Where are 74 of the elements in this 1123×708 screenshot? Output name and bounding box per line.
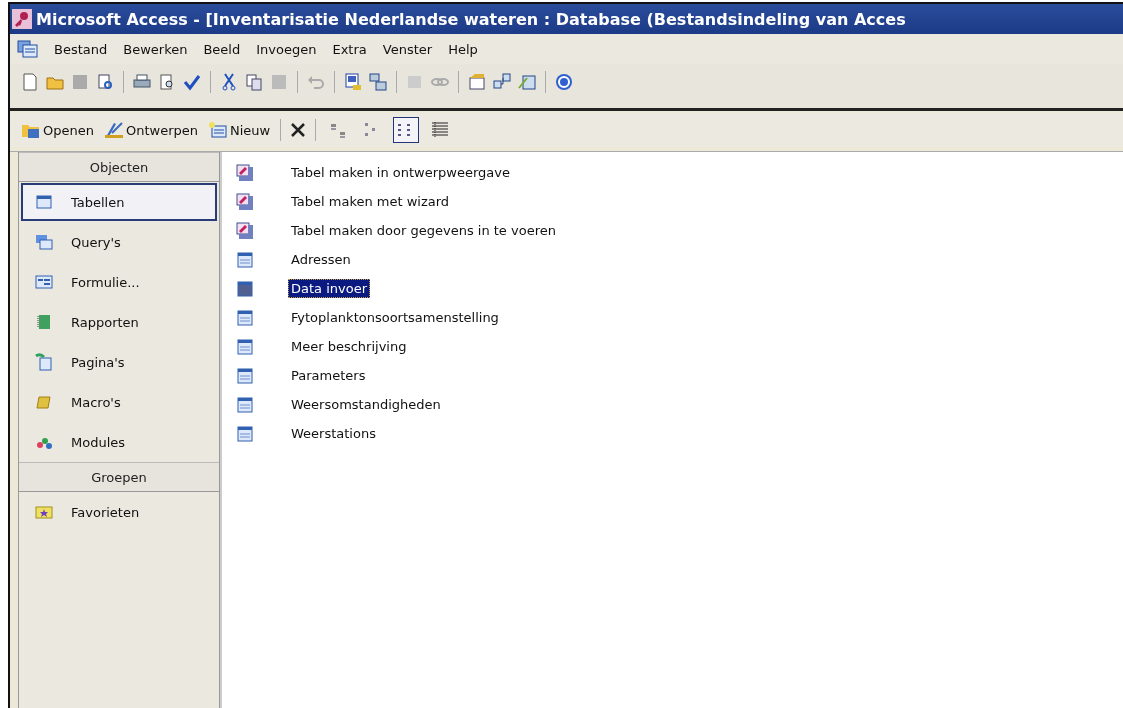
menu-item[interactable]: Beeld [197,41,251,57]
toolbar-button[interactable]: Ontwerpen [100,119,201,141]
object-name: Tabel maken door gegevens in te voeren [290,222,557,240]
menu-item[interactable]: Bestand [48,41,118,57]
form-icon [35,273,53,291]
analyze-icon[interactable] [368,72,388,92]
table-icon [236,366,254,385]
object-list-item[interactable]: Meer beschrijving [222,332,1123,361]
table-icon [236,250,254,269]
object-name: Weerstations [290,425,377,443]
relationships-icon[interactable] [492,72,512,92]
toolbar-button[interactable]: Openen [18,119,97,141]
query-icon [35,233,53,251]
word-document-icon[interactable] [343,72,363,92]
new-table-icon [208,121,228,139]
group-item[interactable]: Favorieten [21,493,217,531]
object-name: Tabel maken met wizard [290,193,451,211]
object-type-item[interactable]: Modules [21,423,217,461]
object-type-item[interactable]: Query's [21,223,217,261]
new-document-icon[interactable] [20,72,40,92]
wizard-icon [236,163,254,182]
table-icon [236,279,254,298]
section-header[interactable]: Objecten [19,152,219,182]
report-icon [35,313,53,331]
database-window-icon[interactable] [16,39,38,59]
design-icon [103,121,124,139]
object-list-item[interactable]: Parameters [222,361,1123,390]
favorites-folder-icon [35,503,53,521]
object-list-item[interactable]: Fytoplanktonsoortsamenstelling [222,303,1123,332]
object-name: Adressen [290,251,352,269]
menu-item[interactable]: Bewerken [117,41,198,57]
document-search-icon[interactable] [95,72,115,92]
wizard-icon [236,192,254,211]
object-type-item[interactable]: Tabellen [21,183,217,221]
spelling-check-icon[interactable] [182,72,202,92]
copy-icon[interactable] [244,72,264,92]
wizard-icon [236,221,254,240]
object-type-item[interactable]: Pagina's [21,343,217,381]
list-view-icon[interactable] [393,117,420,143]
object-list-item[interactable]: Tabel maken door gegevens in te voeren [222,216,1123,245]
object-list-item[interactable]: Weersomstandigheden [222,390,1123,419]
section-header[interactable]: Groepen [19,462,219,492]
table-icon [236,395,254,414]
object-type-item[interactable]: Macro's [21,383,217,421]
object-list-item[interactable]: Data invoer [222,274,1123,303]
scissors-icon[interactable] [219,72,239,92]
object-name: Weersomstandigheden [290,396,442,414]
table-icon [35,193,53,211]
table-icon [236,308,254,327]
menu-item[interactable]: Help [442,41,488,57]
object-name: Meer beschrijving [290,338,408,356]
toolbar-button[interactable]: Nieuw [205,119,274,141]
object-name: Fytoplanktonsoortsamenstelling [290,309,500,327]
properties-icon[interactable] [467,72,487,92]
object-type-item[interactable]: Formulie... [21,263,217,301]
object-name: Data invoer [288,279,370,298]
page-icon [35,353,53,371]
help-icon[interactable] [554,72,574,92]
table-icon [236,337,254,356]
object-list-item[interactable]: Tabel maken in ontwerpweergave [222,158,1123,187]
object-type-item[interactable]: Rapporten [21,303,217,341]
menu-item[interactable]: Invoegen [250,41,327,57]
object-list-item[interactable]: Weerstations [222,419,1123,448]
window-title: Microsoft Access - [Inventarisatie Nederlandse wateren : Database (Bestandsindeling van Acces [36,9,906,29]
new-object-icon[interactable] [517,72,537,92]
object-list-item[interactable]: Tabel maken met wizard [222,187,1123,216]
object-list-item[interactable]: Adressen [222,245,1123,274]
table-icon [236,424,254,443]
object-name: Parameters [290,367,367,385]
object-name: Tabel maken in ontwerpweergave [290,164,511,182]
menu-item[interactable]: Venster [376,41,443,57]
menu-item[interactable]: Extra [326,41,377,57]
key-icon [12,9,32,29]
macro-icon [35,393,53,411]
